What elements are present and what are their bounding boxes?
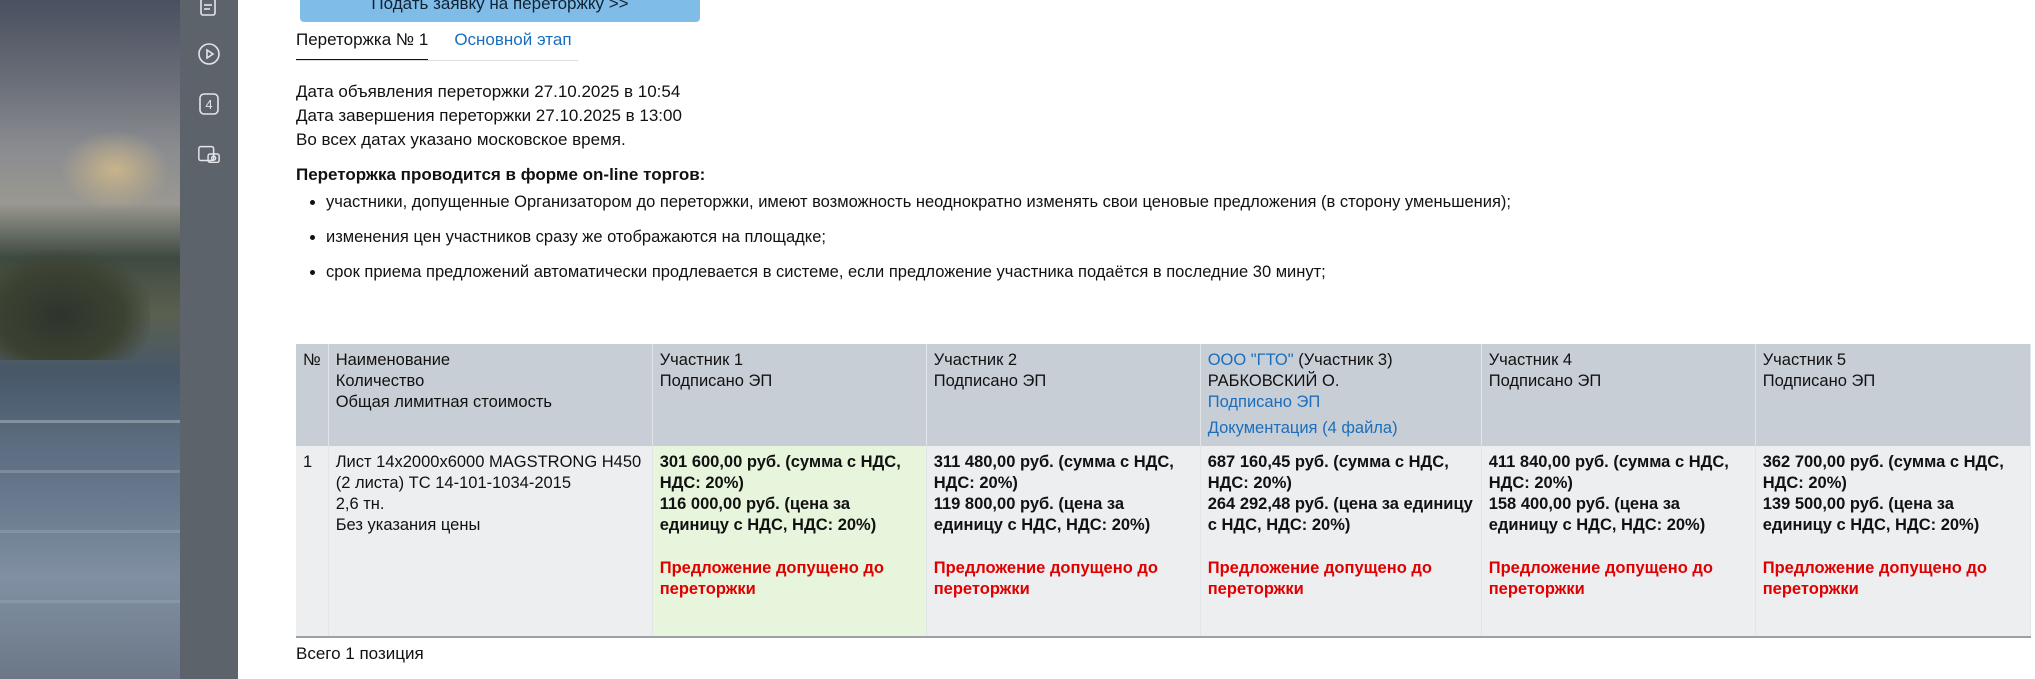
signed-label: Подписано ЭП — [659, 372, 773, 390]
desktop-wallpaper — [0, 0, 180, 679]
submit-rebid-button[interactable]: Подать заявку на переторжку >> — [300, 0, 700, 22]
bid-participant-5: 362 700,00 руб. (сумма с НДС, НДС: 20%) … — [1755, 446, 2031, 638]
company-link[interactable]: ООО "ГТО" — [1208, 351, 1294, 369]
table-row: 1 Лист 14х2000х6000 MAGSTRONG Н450 (2 ли… — [296, 446, 2031, 638]
bid-status: Предложение допущено до переторжки — [933, 559, 1158, 598]
counter-icon[interactable]: 4 — [197, 92, 221, 116]
bid-total: 301 600,00 руб. (сумма с НДС, НДС: 20%) — [659, 453, 901, 492]
bid-total: 362 700,00 руб. (сумма с НДС, НДС: 20%) — [1762, 453, 2004, 492]
item-qty: 2,6 тн. — [335, 495, 385, 513]
col-participant-3: ООО "ГТО" (Участник 3) РАБКОВСКИЙ О. Под… — [1200, 344, 1482, 446]
bid-total: 411 840,00 руб. (сумма с НДС, НДС: 20%) — [1488, 453, 1729, 492]
wallpaper-rock — [0, 250, 150, 360]
bid-unit: 158 400,00 руб. (цена за единицу с НДС, … — [1488, 495, 1706, 534]
table-header-row: № Наименование Количество Общая лимитная… — [296, 344, 2031, 446]
rule-item: участники, допущенные Организатором до п… — [326, 190, 1511, 214]
row-item: Лист 14х2000х6000 MAGSTRONG Н450 (2 лист… — [328, 446, 653, 638]
wallpaper-wave — [0, 530, 180, 533]
bid-status: Предложение допущено до переторжки — [1488, 559, 1713, 598]
bid-total: 687 160,45 руб. (сумма с НДС, НДС: 20%) — [1207, 453, 1449, 492]
header-limit: Общая лимитная стоимость — [335, 393, 552, 411]
documentation-link[interactable]: Документация (4 файла) — [1208, 418, 1474, 439]
bid-unit: 119 800,00 руб. (цена за единицу с НДС, … — [933, 495, 1151, 534]
signed-label: Подписано ЭП — [1762, 372, 1876, 390]
total-positions: Всего 1 позиция — [296, 644, 424, 663]
participant-name: Участник 1 — [659, 351, 744, 369]
bids-table: № Наименование Количество Общая лимитная… — [296, 344, 2031, 638]
rule-item: изменения цен участников сразу же отобра… — [326, 225, 1511, 249]
rules-list: участники, допущенные Организатором до п… — [296, 190, 1511, 295]
bid-unit: 116 000,00 руб. (цена за единицу с НДС, … — [659, 495, 877, 534]
tab-main-stage[interactable]: Основной этап — [454, 28, 571, 61]
tab-rebid-1[interactable]: Переторжка № 1 — [296, 28, 429, 61]
col-number: № — [296, 344, 329, 446]
bid-participant-1: 301 600,00 руб. (сумма с НДС, НДС: 20%) … — [652, 446, 927, 638]
wallpaper-wave — [0, 470, 180, 473]
side-toolbar: 4 — [180, 0, 238, 679]
col-participant-1: Участник 1 Подписано ЭП — [652, 344, 927, 446]
bid-unit: 264 292,48 руб. (цена за единицу с НДС, … — [1207, 495, 1473, 534]
timezone-note: Во всех датах указано московское время. — [296, 130, 626, 149]
col-participant-4: Участник 4 Подписано ЭП — [1481, 344, 1756, 446]
col-participant-5: Участник 5 Подписано ЭП — [1755, 344, 2031, 446]
wallpaper-wave — [0, 600, 180, 603]
bid-participant-4: 411 840,00 руб. (сумма с НДС, НДС: 20%) … — [1481, 446, 1756, 638]
bid-total: 311 480,00 руб. (сумма с НДС, НДС: 20%) — [933, 453, 1174, 492]
wallpaper-sunlight — [60, 130, 170, 210]
wallpaper-wave — [0, 420, 180, 423]
announce-date: Дата объявления переторжки 27.10.2025 в … — [296, 82, 681, 101]
col-name: Наименование Количество Общая лимитная с… — [328, 344, 653, 446]
participant-name: Участник 2 — [933, 351, 1018, 369]
participant-person: РАБКОВСКИЙ О. — [1207, 372, 1340, 390]
bid-status: Предложение допущено до переторжки — [659, 559, 884, 598]
signed-link[interactable]: Подписано ЭП — [1208, 392, 1474, 413]
col-participant-2: Участник 2 Подписано ЭП — [926, 344, 1201, 446]
header-qty: Количество — [335, 372, 425, 390]
signed-label: Подписано ЭП — [1488, 372, 1602, 390]
row-number: 1 — [296, 446, 329, 638]
document-icon[interactable] — [197, 0, 221, 20]
signed-label: Подписано ЭП — [933, 372, 1047, 390]
rules-title: Переторжка проводится в форме on-line то… — [296, 165, 706, 184]
participant-name: Участник 5 — [1762, 351, 1847, 369]
play-icon[interactable] — [197, 42, 221, 66]
item-limit: Без указания цены — [335, 516, 481, 534]
tabs-divider — [296, 60, 578, 61]
bid-unit: 139 500,00 руб. (цена за единицу с НДС, … — [1762, 495, 1980, 534]
bid-participant-3: 687 160,45 руб. (сумма с НДС, НДС: 20%) … — [1200, 446, 1482, 638]
stage-tabs: Переторжка № 1 Основной этап — [296, 28, 598, 61]
camera-icon[interactable] — [197, 142, 221, 166]
bid-participant-2: 311 480,00 руб. (сумма с НДС, НДС: 20%) … — [926, 446, 1201, 638]
counter-value: 4 — [205, 96, 213, 112]
bid-status: Предложение допущено до переторжки — [1762, 559, 1987, 598]
participant-name: (Участник 3) — [1293, 351, 1393, 369]
rebid-info: Дата объявления переторжки 27.10.2025 в … — [296, 80, 682, 152]
rule-item: срок приема предложений автоматически пр… — [326, 260, 1511, 284]
bid-status: Предложение допущено до переторжки — [1207, 559, 1432, 598]
end-date: Дата завершения переторжки 27.10.2025 в … — [296, 106, 682, 125]
item-name: Лист 14х2000х6000 MAGSTRONG Н450 (2 лист… — [335, 453, 642, 492]
header-name: Наименование — [335, 351, 451, 369]
participant-name: Участник 4 — [1488, 351, 1573, 369]
